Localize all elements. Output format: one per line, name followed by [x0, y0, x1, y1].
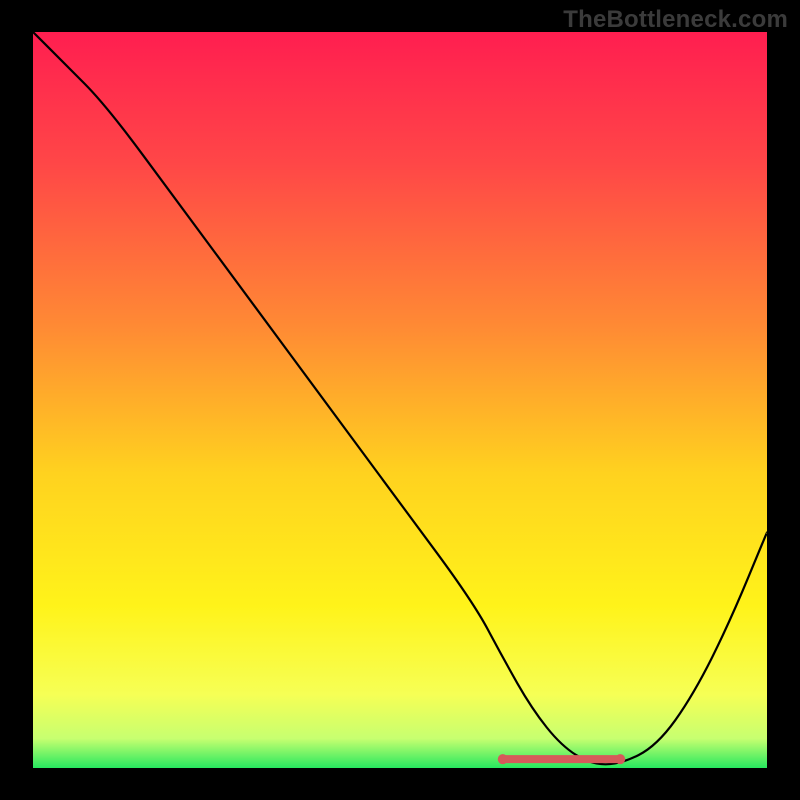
bottleneck-curve-svg [33, 32, 767, 768]
bottleneck-curve [33, 32, 767, 764]
chart-frame: TheBottleneck.com [0, 0, 800, 800]
optimal-range-cap-right [615, 754, 625, 764]
watermark-text: TheBottleneck.com [563, 6, 788, 34]
optimal-range-cap-left [498, 754, 508, 764]
